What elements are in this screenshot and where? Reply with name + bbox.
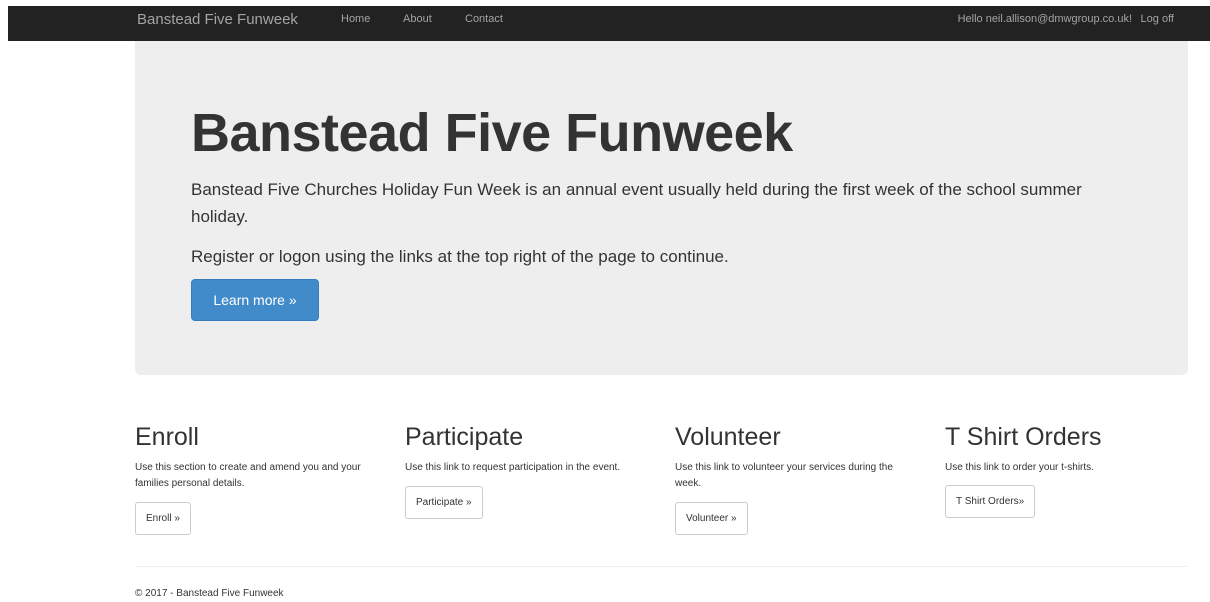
participate-button[interactable]: Participate » xyxy=(405,486,483,519)
brand-link[interactable]: Banstead Five Funweek xyxy=(137,11,298,28)
user-account-link[interactable]: Hello neil.allison@dmwgroup.co.uk! xyxy=(958,13,1132,25)
register-instructions: Register or logon using the links at the… xyxy=(191,247,729,266)
section-text-tshirt-orders: Use this link to order your t-shirts. xyxy=(945,462,1094,473)
enroll-section: Enroll Use this section to create and am… xyxy=(135,421,385,535)
section-text-volunteer: Use this link to volunteer your services… xyxy=(675,462,893,489)
top-navbar: Banstead Five Funweek Home About Contact… xyxy=(8,6,1210,41)
section-title-volunteer: Volunteer xyxy=(675,423,781,451)
section-title-participate: Participate xyxy=(405,423,524,451)
nav-link-about[interactable]: About xyxy=(403,13,432,25)
enroll-button[interactable]: Enroll » xyxy=(135,502,191,535)
volunteer-button[interactable]: Volunteer » xyxy=(675,502,748,535)
participate-section: Participate Use this link to request par… xyxy=(405,421,655,519)
footer-copyright: © 2017 - Banstead Five Funweek xyxy=(135,588,284,599)
volunteer-section: Volunteer Use this link to volunteer you… xyxy=(675,421,925,535)
intro-description: Banstead Five Churches Holiday Fun Week … xyxy=(191,180,1082,226)
footer-divider xyxy=(135,566,1188,567)
nav-link-home[interactable]: Home xyxy=(341,13,370,25)
section-title-enroll: Enroll xyxy=(135,423,199,451)
learn-more-button[interactable]: Learn more » xyxy=(191,279,319,321)
tshirt-orders-button[interactable]: T Shirt Orders» xyxy=(945,485,1036,518)
tshirt-orders-section: T Shirt Orders Use this link to order yo… xyxy=(945,421,1195,518)
page-title: Banstead Five Funweek xyxy=(191,103,793,163)
nav-link-contact[interactable]: Contact xyxy=(465,13,503,25)
section-text-enroll: Use this section to create and amend you… xyxy=(135,462,361,489)
section-title-tshirt-orders: T Shirt Orders xyxy=(945,423,1102,451)
section-text-participate: Use this link to request participation i… xyxy=(405,462,621,473)
jumbotron: Banstead Five Funweek Banstead Five Chur… xyxy=(135,41,1188,375)
logoff-link[interactable]: Log off xyxy=(1141,13,1174,25)
